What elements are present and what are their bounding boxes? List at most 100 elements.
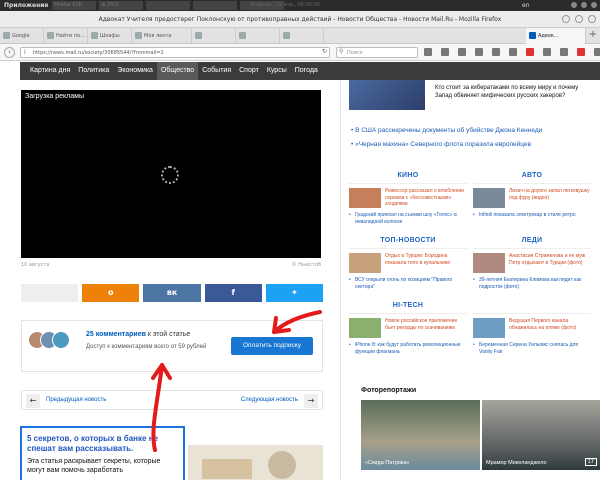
- taskbar-item[interactable]: [193, 1, 238, 10]
- video-player[interactable]: Загрузка рекламы: [21, 90, 321, 258]
- share-twitter-button[interactable]: ✦: [265, 284, 324, 302]
- network-icon[interactable]: [571, 2, 577, 8]
- menu-item-sport[interactable]: Спорт: [235, 62, 263, 80]
- url-bar[interactable]: https://news.mail.ru/society/30685544/?f…: [20, 47, 330, 58]
- search-input[interactable]: Поиск: [336, 47, 418, 58]
- menu-item-sobytiya[interactable]: События: [198, 62, 235, 80]
- home-icon[interactable]: [475, 48, 483, 56]
- category-item[interactable]: Режиссер рассказал о влюблении сериала с…: [349, 188, 467, 212]
- category-head[interactable]: HI-TECH: [349, 302, 467, 314]
- browser-tab[interactable]: [236, 28, 280, 44]
- photo-caption: «Скида Патрика»: [365, 460, 410, 466]
- keyboard-layout[interactable]: en: [522, 2, 530, 9]
- promo-image[interactable]: [188, 445, 323, 480]
- category-item[interactable]: Лихач на дороге запал легковушку под фур…: [473, 188, 591, 212]
- menu-item-ekonomika[interactable]: Экономика: [113, 62, 157, 80]
- category-item[interactable]: Ведущая Первого канала обнажилась на пля…: [473, 318, 591, 342]
- news-link[interactable]: В США рассекречены документы об убийстве…: [351, 124, 587, 138]
- top-news-image[interactable]: [349, 80, 425, 110]
- reload-icon[interactable]: ↻: [322, 48, 327, 55]
- menu-item-obshchestvo[interactable]: Общество: [156, 62, 199, 80]
- browser-tab[interactable]: Найти по...: [44, 28, 88, 44]
- promo-title[interactable]: 5 секретов, о которых в банке не спешат …: [27, 434, 179, 454]
- video-date: 10 августа: [21, 262, 50, 268]
- browser-tab[interactable]: [192, 28, 236, 44]
- promo-block[interactable]: 5 секретов, о которых в банке не спешат …: [20, 426, 185, 480]
- back-button[interactable]: ‹: [4, 47, 15, 58]
- browser-tab-active[interactable]: Адвок...: [526, 28, 586, 44]
- window-titlebar: Адвокат Учителя предостерег Поклонскую о…: [0, 11, 600, 28]
- category-head[interactable]: [473, 302, 591, 314]
- category-item[interactable]: Отдых в Турции: Бородина показала тело в…: [349, 253, 467, 277]
- video-meta: 10 августа © Ньюстоб: [21, 262, 321, 268]
- category-link[interactable]: Беременная Серена Уильямс снялась для Va…: [473, 342, 591, 355]
- browser-tab[interactable]: Шкафы: [88, 28, 132, 44]
- category-item[interactable]: Анастасия Стриженова и ее муж Петр отдых…: [473, 253, 591, 277]
- category-link[interactable]: iPhone 8: как будут работать революционн…: [349, 342, 467, 355]
- category-item-text[interactable]: Анастасия Стриженова и ее муж Петр отдых…: [509, 253, 591, 266]
- close-addon-icon[interactable]: [560, 48, 568, 56]
- volume-icon[interactable]: [581, 2, 587, 8]
- browser-tab[interactable]: Моя лента: [132, 28, 192, 44]
- category-item-text[interactable]: Режиссер рассказал о влюблении сериала с…: [385, 188, 467, 208]
- pay-subscription-button[interactable]: Оплатить подписку: [231, 337, 313, 355]
- category-link[interactable]: Градский приехал на съемки шоу «Голос» в…: [349, 212, 467, 225]
- prev-news-link[interactable]: Предыдущая новость: [46, 397, 106, 403]
- category-link[interactable]: 39-летняя Екатерина Климова выглядит как…: [473, 277, 591, 290]
- category-head[interactable]: ТОП-НОВОСТИ: [349, 237, 467, 249]
- library-icon[interactable]: [441, 48, 449, 56]
- addon-icon[interactable]: [543, 48, 551, 56]
- comments-count-link[interactable]: 25 комментариев: [86, 331, 146, 338]
- prev-arrow-icon[interactable]: ←: [26, 394, 40, 408]
- taskbar-item[interactable]: Firefox ESR: [52, 1, 97, 10]
- bookmark-icon[interactable]: [424, 48, 432, 56]
- download-icon[interactable]: [458, 48, 466, 56]
- category-item-text[interactable]: Ведущая Первого канала обнажилась на пля…: [509, 318, 591, 331]
- taskbar-item[interactable]: ⊕ 25°C: [99, 1, 144, 10]
- minimize-icon[interactable]: [562, 15, 570, 23]
- browser-tab[interactable]: [280, 28, 324, 44]
- power-icon[interactable]: [591, 2, 597, 8]
- pocket-icon[interactable]: [492, 48, 500, 56]
- menu-item-kartina-dnya[interactable]: Картина дня: [26, 62, 74, 80]
- photo-report-tile[interactable]: «Скида Патрика»: [361, 400, 480, 470]
- close-icon[interactable]: [588, 15, 596, 23]
- maximize-icon[interactable]: [575, 15, 583, 23]
- extension-icon[interactable]: [509, 48, 517, 56]
- menu-item-politika[interactable]: Политика: [74, 62, 113, 80]
- news-link[interactable]: «Черная махина» Северного флота поразила…: [351, 138, 587, 152]
- os-top-panel: Приложения Firefox ESR ⊕ 25°C Вторник, 2…: [0, 0, 600, 11]
- promo-circle-shape: [268, 451, 296, 479]
- notification-icon[interactable]: [526, 48, 534, 56]
- hamburger-menu-icon[interactable]: [594, 48, 600, 56]
- next-arrow-icon[interactable]: →: [304, 394, 318, 408]
- taskbar-item[interactable]: [146, 1, 191, 10]
- window-title: Адвокат Учителя предостерег Поклонскую о…: [98, 16, 502, 23]
- category-head[interactable]: ЛЕДИ: [473, 237, 591, 249]
- browser-tab[interactable]: Google: [0, 28, 44, 44]
- category-item-text[interactable]: Лихач на дороге запал легковушку под фур…: [509, 188, 591, 201]
- photo-report-tile[interactable]: Мрамор Микеланджело 17: [482, 400, 600, 470]
- share-vk-button[interactable]: вк: [143, 284, 201, 302]
- category-item[interactable]: Новое российское приложение бьет рекорды…: [349, 318, 467, 342]
- photo-reports-heading[interactable]: Фоторепортажи: [361, 387, 416, 394]
- share-button-blank[interactable]: [21, 284, 79, 302]
- next-news-link[interactable]: Следующая новость: [241, 397, 298, 403]
- category-item-text[interactable]: Новое российское приложение бьет рекорды…: [385, 318, 467, 331]
- share-ok-button[interactable]: ᴏ: [82, 284, 140, 302]
- category-head[interactable]: АВТО: [473, 172, 591, 184]
- share-facebook-button[interactable]: f: [204, 284, 262, 302]
- new-tab-button[interactable]: +: [586, 28, 600, 43]
- applications-menu[interactable]: Приложения: [0, 2, 52, 9]
- flag-icon[interactable]: [577, 48, 585, 56]
- menu-item-kursy[interactable]: Курсы: [263, 62, 291, 80]
- comments-title: 25 комментариев к этой статье: [86, 331, 190, 338]
- category-item-text[interactable]: Отдых в Турции: Бородина показала тело в…: [385, 253, 467, 266]
- menu-item-pogoda[interactable]: Погода: [291, 62, 322, 80]
- category-link[interactable]: ВСУ открыли огонь по позициям "Правого с…: [349, 277, 467, 290]
- comments-description: Доступ к комментариям всего от 59 рублей: [86, 344, 207, 350]
- top-news-title[interactable]: Кто стоит за кибератаками по всему миру …: [435, 84, 579, 100]
- category-head[interactable]: КИНО: [349, 172, 467, 184]
- category-link[interactable]: Infiniti показала электрокар в стиле рет…: [473, 212, 591, 219]
- avatar: [52, 331, 70, 349]
